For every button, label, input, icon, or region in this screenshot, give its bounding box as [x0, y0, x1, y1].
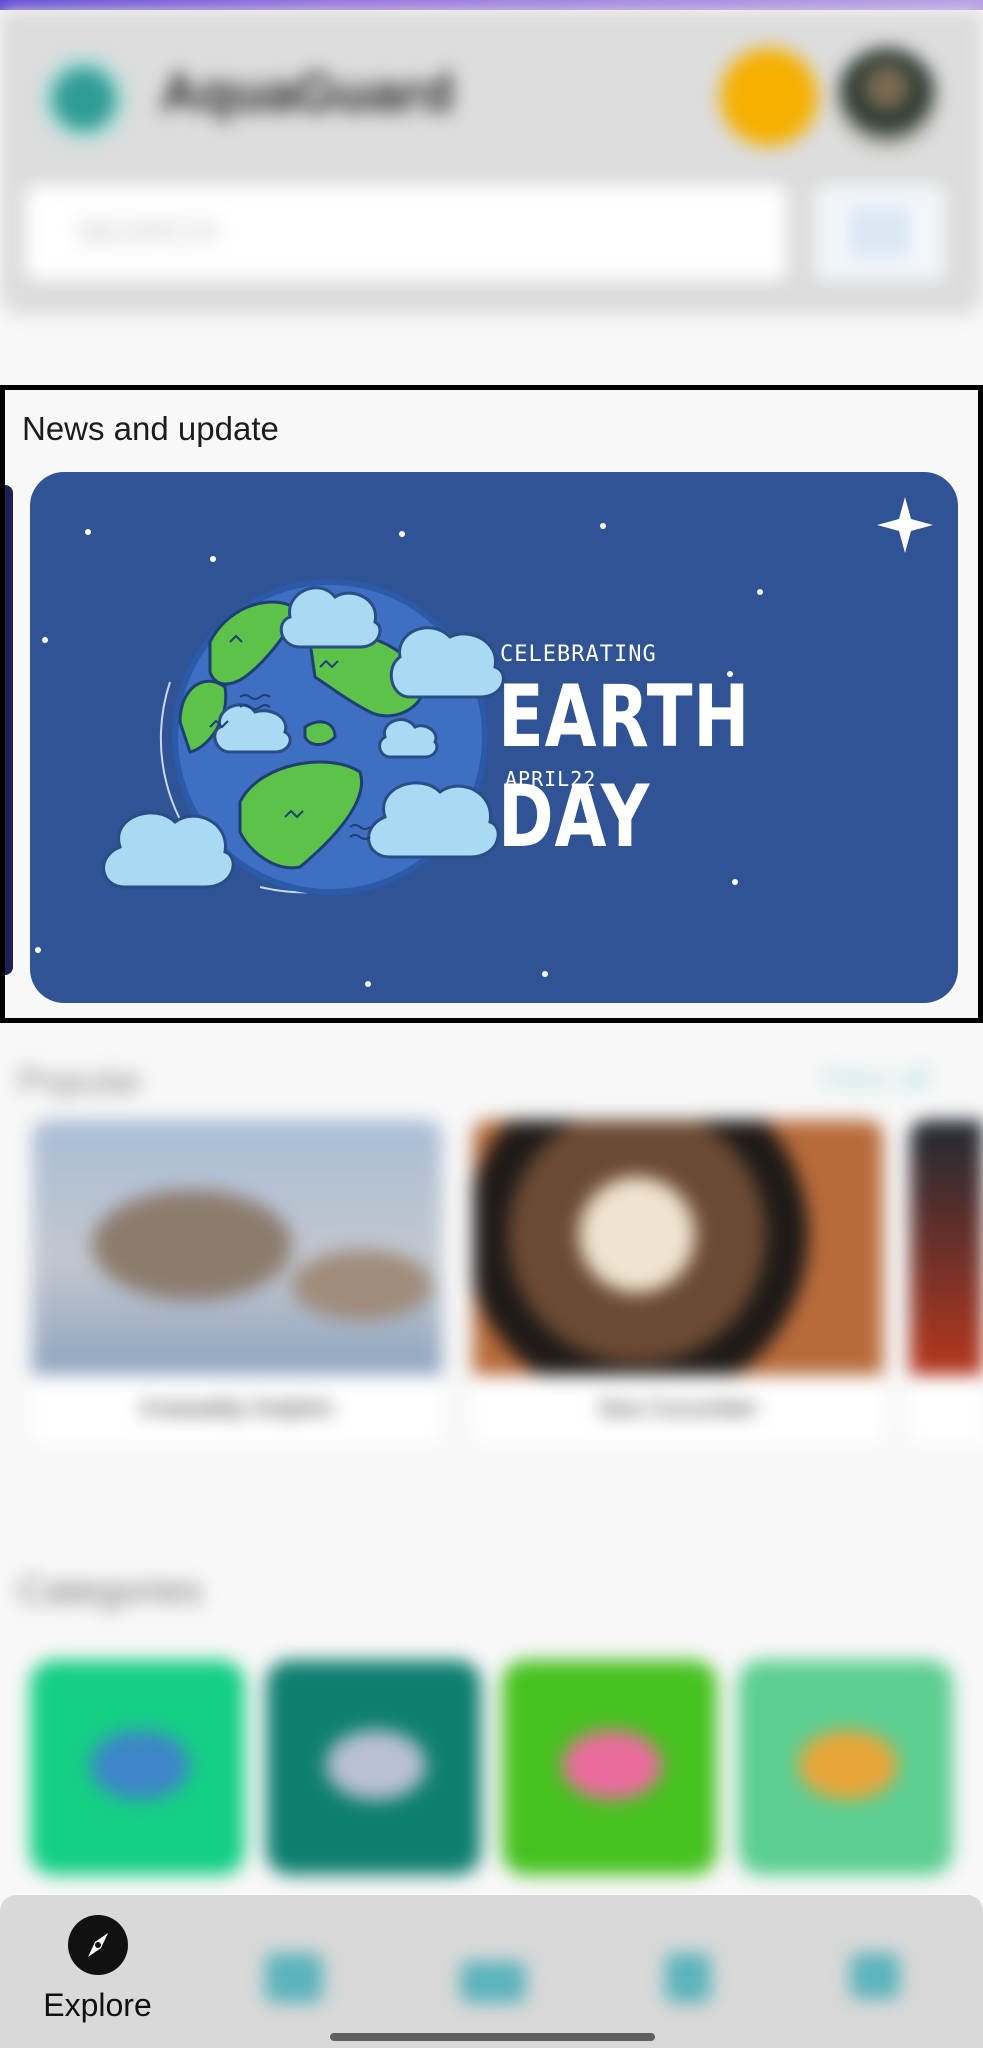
app-logo [40, 55, 128, 143]
compass-icon [68, 1915, 128, 1975]
popular-card-image [32, 1120, 442, 1375]
nav-item-chat-icon[interactable] [265, 1953, 323, 2003]
popular-card-partial[interactable] [910, 1120, 983, 1445]
nav-label-explore: Explore [43, 1987, 152, 2023]
bottom-navigation: Explore [0, 1895, 983, 2048]
card-caption-date: APRIL22 [505, 767, 597, 791]
nav-item-explore[interactable]: Explore [30, 1915, 170, 2035]
categories-heading: Categories [18, 1570, 202, 1612]
avatar[interactable] [838, 48, 936, 146]
dolphin-icon [90, 1730, 190, 1800]
popular-card-image [910, 1120, 983, 1375]
category-tile-shell[interactable] [738, 1660, 953, 1875]
news-card-earth-day[interactable]: CELEBRATING EARTH DAY APRIL22 [30, 472, 958, 1003]
category-tile-dolphin[interactable] [30, 1660, 245, 1875]
status-accent-bar [0, 0, 983, 10]
shell-icon [798, 1730, 898, 1800]
categories-section: Categories [0, 1555, 983, 1885]
nav-item-bookmark-icon[interactable] [665, 1953, 711, 2003]
sun-icon[interactable] [720, 48, 818, 146]
nav-item-profile-icon[interactable] [850, 1953, 900, 1999]
view-all-link[interactable]: View all [820, 1060, 930, 1097]
fish-icon [326, 1730, 426, 1800]
popular-card-image [473, 1120, 883, 1375]
popular-card[interactable]: Irrawaddy Dolphin [32, 1120, 442, 1445]
app-header: AquaGuard SEARCH [0, 10, 983, 315]
category-tile-fish[interactable] [266, 1660, 481, 1875]
home-indicator [330, 2033, 655, 2041]
news-section-title: News and update [22, 410, 279, 447]
popular-heading: Popular [18, 1060, 143, 1101]
popular-card-label: Irrawaddy Dolphin [140, 1395, 334, 1422]
news-previous-card-edge[interactable] [5, 485, 13, 975]
popular-card-label: Sea Cucumber [597, 1395, 759, 1422]
filter-button[interactable] [815, 185, 945, 280]
popular-card[interactable]: Sea Cucumber [473, 1120, 883, 1445]
crab-icon [562, 1730, 662, 1800]
category-tile-crab[interactable] [502, 1660, 717, 1875]
search-input[interactable]: SEARCH [26, 185, 786, 280]
app-name: AquaGuard [160, 63, 455, 123]
card-caption-celebrating: CELEBRATING [500, 642, 657, 667]
news-section: News and update CELEBRATING EARTH DAY AP… [0, 385, 983, 1023]
popular-section: Popular View all Irrawaddy Dolphin Sea C… [0, 1040, 983, 1510]
nav-item-camera-icon[interactable] [460, 1961, 526, 2003]
